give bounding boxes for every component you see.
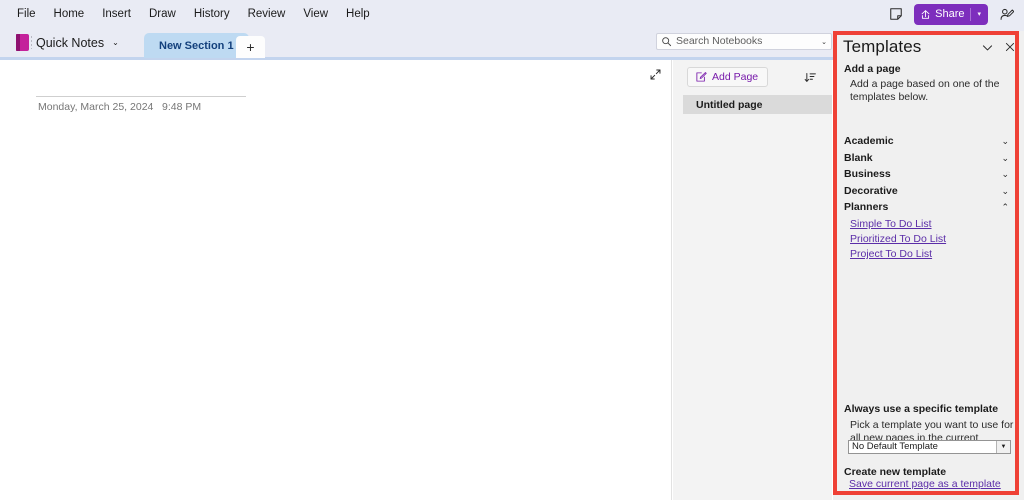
- share-icon: [921, 9, 930, 19]
- search-input[interactable]: Search Notebooks: [676, 34, 819, 49]
- templates-pane-title: Templates: [843, 37, 922, 56]
- category-label: Blank: [844, 151, 873, 164]
- add-section-button[interactable]: +: [236, 36, 265, 58]
- templates-pane-header: Templates: [843, 34, 1018, 60]
- menu-item-file[interactable]: File: [8, 3, 45, 25]
- person-annotate-icon[interactable]: [994, 3, 1018, 25]
- page-date[interactable]: Monday, March 25, 2024: [38, 101, 162, 113]
- menu-item-help[interactable]: Help: [337, 3, 379, 25]
- page-canvas[interactable]: Monday, March 25, 2024 9:48 PM: [0, 60, 672, 500]
- menu-item-home[interactable]: Home: [45, 3, 94, 25]
- save-current-page-as-template-link[interactable]: Save current page as a template: [849, 478, 1001, 490]
- page-list-toolbar: Add Page: [673, 67, 832, 89]
- sort-descending-icon[interactable]: [800, 67, 820, 87]
- template-link-prioritized-to-do-list[interactable]: Prioritized To Do List: [850, 232, 946, 247]
- page-list-item-label: Untitled page: [696, 98, 763, 111]
- expand-diagonal-icon[interactable]: [645, 64, 665, 84]
- chevron-down-icon: ⌄: [112, 38, 119, 47]
- notebook-name: Quick Notes: [36, 35, 105, 50]
- chevron-down-icon[interactable]: ▼: [996, 441, 1010, 453]
- chevron-down-icon: ⌄: [1001, 185, 1009, 196]
- share-separator: [970, 7, 972, 21]
- menu-item-history[interactable]: History: [185, 3, 239, 25]
- onenote-window: File Home Insert Draw History Review Vie…: [0, 0, 1024, 500]
- search-notebooks-box[interactable]: Search Notebooks ⌄: [656, 33, 832, 50]
- menu-item-insert[interactable]: Insert: [93, 3, 140, 25]
- category-label: Academic: [844, 135, 894, 148]
- ribbon-right-controls: Share ▾: [884, 0, 1018, 28]
- section-tab-new-section-1[interactable]: New Section 1: [144, 33, 249, 58]
- chevron-down-icon[interactable]: [979, 39, 995, 55]
- add-a-page-description: Add a page based on one of the templates…: [850, 78, 1000, 103]
- template-category-planners[interactable]: Planners ⌃: [844, 199, 1019, 216]
- page-list-item-untitled[interactable]: Untitled page: [683, 95, 832, 114]
- menu-item-review[interactable]: Review: [239, 3, 295, 25]
- menu-item-draw[interactable]: Draw: [140, 3, 185, 25]
- category-label: Business: [844, 168, 891, 181]
- notebook-icon: [16, 34, 32, 51]
- default-template-select[interactable]: No Default Template ▼: [848, 440, 1011, 454]
- add-a-page-heading: Add a page: [844, 63, 901, 75]
- template-link-simple-to-do-list[interactable]: Simple To Do List: [850, 217, 932, 232]
- share-button-label: Share: [935, 7, 965, 20]
- template-category-list: Academic ⌄ Blank ⌄ Business ⌄ Decorative…: [833, 133, 1024, 216]
- menu-bar: File Home Insert Draw History Review Vie…: [0, 0, 1024, 28]
- chevron-down-icon: ⌄: [1001, 136, 1009, 147]
- chevron-up-icon: ⌃: [1001, 202, 1009, 213]
- category-label: Decorative: [844, 184, 898, 197]
- chevron-down-icon: ⌄: [1001, 169, 1009, 180]
- add-page-button[interactable]: Add Page: [687, 67, 769, 87]
- page-list-panel: Add Page Untitled page: [673, 60, 832, 500]
- search-icon: [662, 37, 672, 47]
- chevron-down-icon[interactable]: ▾: [975, 10, 983, 18]
- notebook-selector[interactable]: Quick Notes ⌄: [14, 31, 125, 54]
- page-title-rule: [36, 96, 246, 97]
- template-category-academic[interactable]: Academic ⌄: [844, 133, 1019, 150]
- template-category-decorative[interactable]: Decorative ⌄: [844, 183, 1019, 200]
- template-category-blank[interactable]: Blank ⌄: [844, 150, 1019, 167]
- templates-pane: Templates Add a page Add a page based on…: [833, 31, 1024, 500]
- chevron-down-icon[interactable]: ⌄: [819, 38, 827, 46]
- add-page-label: Add Page: [712, 71, 759, 83]
- default-template-value: No Default Template: [852, 441, 938, 452]
- sticky-note-icon[interactable]: [884, 3, 908, 25]
- page-time[interactable]: 9:48 PM: [162, 101, 201, 113]
- create-new-template-heading: Create new template: [844, 466, 947, 478]
- close-icon[interactable]: [1002, 39, 1018, 55]
- share-button[interactable]: Share ▾: [914, 3, 988, 25]
- always-use-heading: Always use a specific template: [844, 403, 999, 415]
- page-metadata: Monday, March 25, 2024 9:48 PM: [38, 101, 201, 113]
- category-label: Planners: [844, 201, 889, 214]
- template-link-project-to-do-list[interactable]: Project To Do List: [850, 247, 932, 262]
- edit-pencil-icon: [696, 72, 707, 82]
- chevron-down-icon: ⌄: [1001, 152, 1009, 163]
- template-category-business[interactable]: Business ⌄: [844, 166, 1019, 183]
- template-link-list: Simple To Do List Prioritized To Do List…: [833, 217, 1024, 262]
- menu-item-view[interactable]: View: [294, 3, 337, 25]
